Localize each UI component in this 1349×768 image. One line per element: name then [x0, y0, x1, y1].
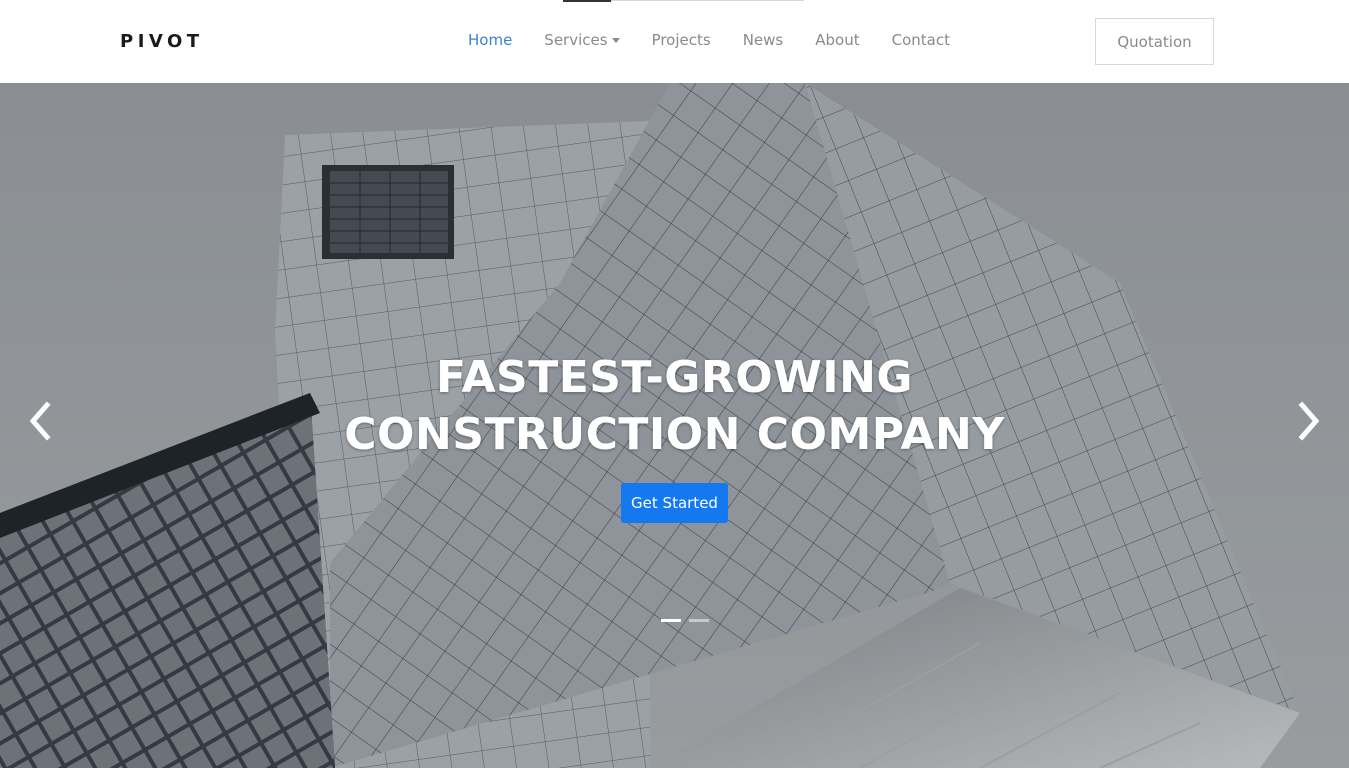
site-header: PIVOT Home Services Projects News About … [0, 0, 1349, 83]
nav-item-projects[interactable]: Projects [652, 31, 711, 49]
chevron-left-icon [29, 401, 51, 441]
scroll-indicator [563, 0, 804, 2]
quotation-button[interactable]: Quotation [1095, 18, 1214, 65]
brand-logo[interactable]: PIVOT [120, 31, 204, 52]
carousel-next-button[interactable] [1294, 401, 1324, 441]
carousel-prev-button[interactable] [25, 401, 55, 441]
main-nav: Home Services Projects News About Contac… [468, 31, 982, 49]
hero-carousel: FASTEST-GROWING CONSTRUCTION COMPANY Get… [0, 83, 1349, 768]
nav-item-label: Contact [891, 31, 950, 49]
carousel-indicator-1[interactable] [661, 619, 681, 622]
nav-item-contact[interactable]: Contact [892, 31, 950, 49]
carousel-indicator-2[interactable] [689, 619, 709, 622]
nav-item-news[interactable]: News [743, 31, 784, 49]
nav-item-label: News [742, 31, 784, 49]
hero-headline-line2: CONSTRUCTION COMPANY [344, 409, 1005, 460]
caret-down-icon [611, 37, 620, 43]
chevron-right-icon [1298, 401, 1320, 441]
nav-item-services[interactable]: Services [544, 31, 620, 49]
hero-headline-line1: FASTEST-GROWING [435, 352, 914, 403]
nav-item-label: Services [544, 31, 608, 49]
nav-item-home[interactable]: Home [468, 31, 512, 49]
nav-item-label: Projects [651, 31, 711, 49]
nav-item-about[interactable]: About [815, 31, 859, 49]
nav-item-label: Home [468, 31, 513, 49]
nav-item-label: About [815, 31, 860, 49]
scroll-indicator-thumb [563, 0, 611, 2]
get-started-button[interactable]: Get Started [621, 483, 728, 523]
hero-headline: FASTEST-GROWING CONSTRUCTION COMPANY [0, 349, 1349, 463]
carousel-indicators [661, 619, 717, 622]
